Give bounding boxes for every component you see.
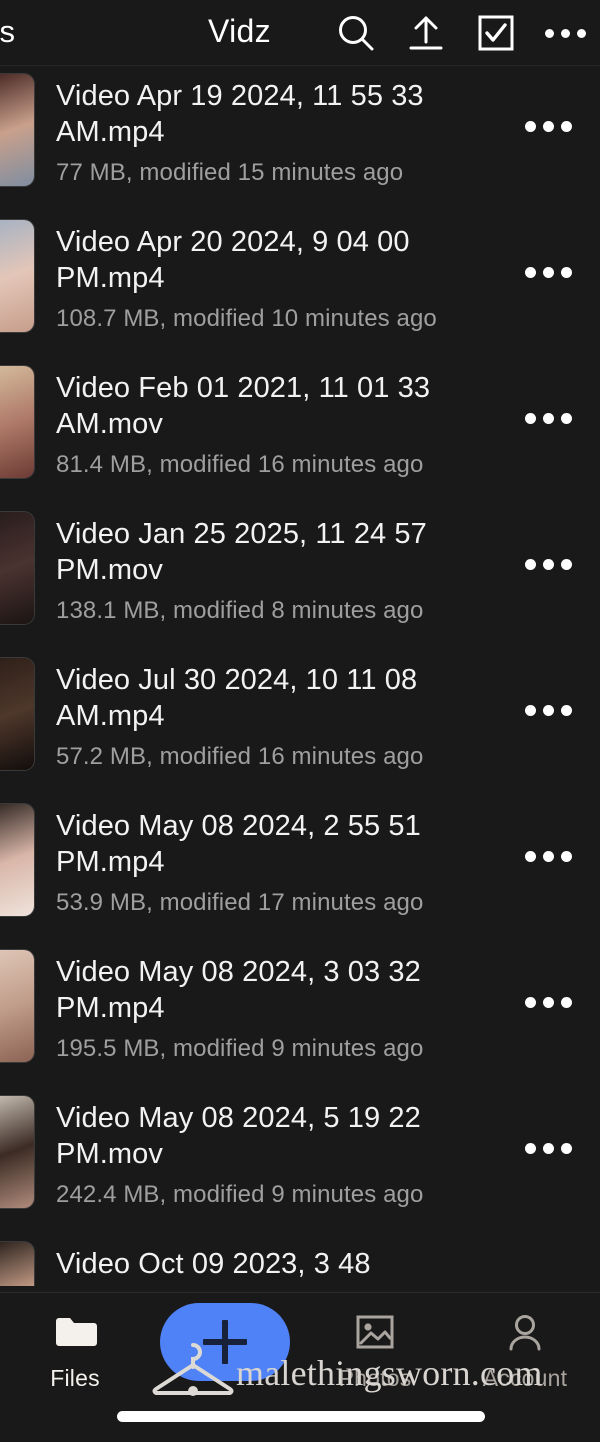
add-button[interactable] [160, 1303, 290, 1381]
file-info: Video May 08 2024, 2 55 51 PM.mp4 53.9 MB… [56, 804, 456, 918]
file-thumbnail[interactable] [0, 950, 34, 1062]
file-meta: 77 MB, modified 15 minutes ago [56, 159, 404, 186]
file-more-options-icon[interactable] [525, 997, 572, 1008]
file-info: Video Jul 30 2024, 10 11 08 AM.mp4 57.2 M… [56, 658, 456, 772]
file-info: Video May 08 2024, 3 03 32 PM.mp4 195.5 M… [56, 950, 456, 1064]
file-name: Video Oct 09 2023, 3 48 [56, 1248, 371, 1280]
file-row[interactable]: Video May 08 2024, 2 55 51 PM.mp4 53.9 MB… [0, 796, 600, 942]
file-more-options-icon[interactable] [525, 1143, 572, 1154]
file-meta: 138.1 MB, modified 8 minutes ago [56, 597, 424, 624]
file-more-options-icon[interactable] [525, 559, 572, 570]
header-actions [335, 0, 586, 66]
file-info: Video Apr 20 2024, 9 04 00 PM.mp4 108.7 M… [56, 220, 456, 334]
checkbox-select-icon[interactable] [475, 12, 517, 54]
folder-icon [53, 1311, 97, 1355]
file-row[interactable]: Video May 08 2024, 5 19 22 PM.mov 242.4 M… [0, 1088, 600, 1234]
file-name: Video Jan 25 2025, 11 24 57 PM.mov [56, 518, 427, 586]
file-more-options-icon[interactable] [525, 413, 572, 424]
fab-container [150, 1293, 300, 1381]
file-thumbnail[interactable] [0, 220, 34, 332]
file-name: Video Jul 30 2024, 10 11 08 AM.mp4 [56, 664, 418, 732]
app-header: es Vidz [0, 0, 600, 66]
file-info: Video Apr 19 2024, 11 55 33 AM.mp4 77 MB,… [56, 74, 456, 188]
file-thumbnail[interactable] [0, 1096, 34, 1208]
file-meta: 242.4 MB, modified 9 minutes ago [56, 1181, 424, 1208]
file-more-options-icon[interactable] [525, 267, 572, 278]
file-thumbnail[interactable] [0, 512, 34, 624]
file-row[interactable]: Video Feb 01 2021, 11 01 33 AM.mov 81.4 M… [0, 358, 600, 504]
file-more-options-icon[interactable] [525, 121, 572, 132]
plus-icon [203, 1320, 247, 1364]
file-thumbnail[interactable] [0, 366, 34, 478]
nav-item-account[interactable]: Account [450, 1293, 600, 1392]
file-name: Video May 08 2024, 2 55 51 PM.mp4 [56, 810, 421, 878]
file-meta: 57.2 MB, modified 16 minutes ago [56, 743, 424, 770]
file-row[interactable]: Video Jan 25 2025, 11 24 57 PM.mov 138.1 … [0, 504, 600, 650]
nav-label-photos: Photos [338, 1365, 412, 1391]
file-meta: 108.7 MB, modified 10 minutes ago [56, 305, 437, 332]
file-thumbnail[interactable] [0, 74, 34, 186]
file-name: Video Apr 19 2024, 11 55 33 AM.mp4 [56, 80, 424, 148]
file-name: Video Feb 01 2021, 11 01 33 AM.mov [56, 372, 431, 440]
file-meta: 53.9 MB, modified 17 minutes ago [56, 889, 424, 916]
more-options-icon[interactable] [545, 28, 586, 38]
file-info: Video Oct 09 2023, 3 48 [56, 1242, 456, 1282]
file-name: Video May 08 2024, 5 19 22 PM.mov [56, 1102, 421, 1170]
nav-item-files[interactable]: Files [0, 1293, 150, 1392]
page-title: Vidz [208, 13, 271, 49]
file-more-options-icon[interactable] [525, 851, 572, 862]
file-row[interactable]: Video May 08 2024, 3 03 32 PM.mp4 195.5 M… [0, 942, 600, 1088]
nav-item-photos[interactable]: Photos [300, 1293, 450, 1392]
file-meta: 195.5 MB, modified 9 minutes ago [56, 1035, 424, 1062]
file-thumbnail[interactable] [0, 804, 34, 916]
file-thumbnail[interactable] [0, 1242, 34, 1286]
file-name: Video Apr 20 2024, 9 04 00 PM.mp4 [56, 226, 410, 294]
file-row[interactable]: Video Apr 19 2024, 11 55 33 AM.mp4 77 MB,… [0, 66, 600, 212]
upload-icon[interactable] [405, 12, 447, 54]
file-row[interactable]: Video Oct 09 2023, 3 48 [0, 1234, 600, 1286]
nav-label-account: Account [482, 1365, 568, 1391]
home-indicator[interactable] [117, 1411, 485, 1422]
nav-label-files: Files [50, 1365, 100, 1391]
search-icon[interactable] [335, 12, 377, 54]
file-list[interactable]: Video Apr 19 2024, 11 55 33 AM.mp4 77 MB,… [0, 66, 600, 1442]
file-info: Video Jan 25 2025, 11 24 57 PM.mov 138.1 … [56, 512, 456, 626]
back-nav-label[interactable]: es [0, 14, 15, 50]
file-thumbnail[interactable] [0, 658, 34, 770]
app-screen: es Vidz [0, 0, 600, 1442]
file-name: Video May 08 2024, 3 03 32 PM.mp4 [56, 956, 421, 1024]
file-row[interactable]: Video Jul 30 2024, 10 11 08 AM.mp4 57.2 M… [0, 650, 600, 796]
file-meta: 81.4 MB, modified 16 minutes ago [56, 451, 424, 478]
file-more-options-icon[interactable] [525, 705, 572, 716]
file-info: Video Feb 01 2021, 11 01 33 AM.mov 81.4 M… [56, 366, 456, 480]
file-row[interactable]: Video Apr 20 2024, 9 04 00 PM.mp4 108.7 M… [0, 212, 600, 358]
photo-icon [354, 1311, 396, 1355]
file-info: Video May 08 2024, 5 19 22 PM.mov 242.4 M… [56, 1096, 456, 1210]
person-icon [504, 1311, 546, 1355]
